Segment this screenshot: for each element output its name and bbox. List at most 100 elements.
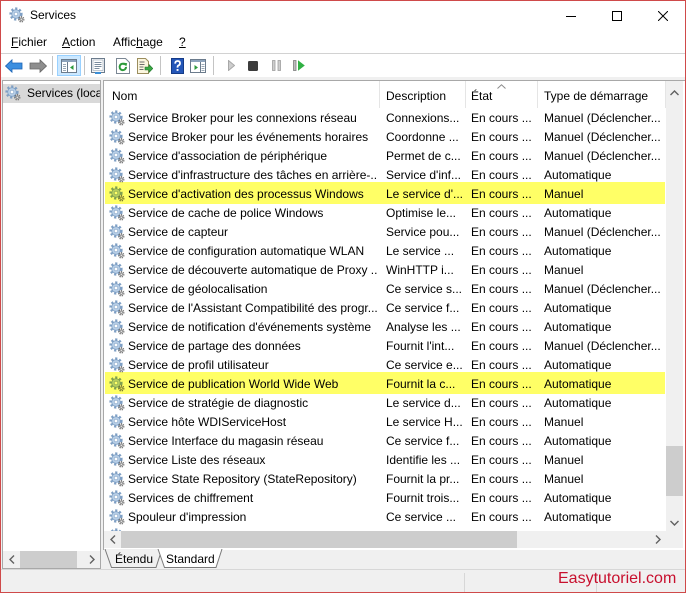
start-service-button[interactable] [222,55,240,76]
scroll-left-button[interactable] [104,531,121,548]
table-row[interactable]: Service de publication World Wide Web Fo… [104,372,666,394]
back-button[interactable] [4,55,24,76]
table-row[interactable]: Service de découverte automatique de Pro… [104,261,666,280]
column-header-state[interactable]: État [471,89,492,104]
table-row[interactable]: Spouleur d'impression Ce service ... En … [104,508,666,527]
tree-item-services-local[interactable]: Services (loca [3,84,100,103]
service-state: En cours ... [471,434,532,448]
close-icon [658,10,668,21]
tree-horizontal-scrollbar[interactable] [3,551,100,568]
table-row[interactable]: Service de configuration automatique WLA… [104,242,666,261]
service-description: Le service H... [386,415,463,429]
watermark-text: Easytutoriel.com [558,570,677,587]
maximize-button[interactable] [594,0,640,31]
service-description: Le service ... [386,244,455,258]
action-pane-toggle-button[interactable] [189,55,207,76]
column-header-startup-type[interactable]: Type de démarrage [544,89,648,104]
properties-button[interactable] [89,55,107,76]
service-description: Le service d'... [386,187,463,201]
chevron-left-icon [109,535,115,544]
service-description: Le service d... [386,396,461,410]
table-row[interactable]: Service de partage des données Fournit l… [104,337,666,356]
help-button[interactable] [168,55,186,76]
menu-accelerator: h [136,35,143,49]
menu-action[interactable]: Action [62,35,95,50]
column-divider[interactable] [465,81,466,108]
column-divider[interactable] [379,81,380,108]
service-gear-icon [109,300,125,316]
table-row[interactable]: Service de profil utilisateur Ce service… [104,356,666,375]
service-state: En cours ... [471,510,532,524]
menu-help[interactable]: ? [179,35,186,50]
console-tree-toggle-button[interactable] [57,55,81,76]
scroll-up-button[interactable] [666,84,683,101]
table-row[interactable]: Service de l'Assistant Compatibilité des… [104,299,666,318]
tab-standard[interactable]: Standard [166,552,215,567]
table-row[interactable]: Service Liste des réseaux Identifie les … [104,451,666,470]
table-row[interactable]: Service hôte WDIServiceHost Le service H… [104,413,666,432]
list-horizontal-scrollbar[interactable] [104,531,666,548]
scroll-right-button[interactable] [649,531,666,548]
menu-fichier[interactable]: Fichier [11,35,47,50]
service-name: Service de notification d'événements sys… [128,320,372,334]
service-startup-type: Manuel [544,453,584,467]
service-gear-icon [109,395,125,411]
list-vertical-scrollbar[interactable] [666,81,683,531]
table-row[interactable]: Service State Repository (StateRepositor… [104,470,666,489]
title-bar[interactable]: Services [0,0,686,31]
scrollbar-thumb[interactable] [20,551,77,568]
table-body: Service Broker pour les connexions résea… [104,109,666,531]
scrollbar-corner [666,531,683,548]
services-list: Nom Description État Type de démarrage S… [103,80,685,550]
table-row[interactable]: Service Broker pour les événements horai… [104,128,666,147]
scroll-down-button[interactable] [666,514,683,531]
refresh-button[interactable] [114,55,132,76]
service-description: Permet de c... [386,149,461,163]
service-gear-icon [109,357,125,373]
scrollbar-thumb[interactable] [121,531,517,548]
scroll-right-button[interactable] [83,551,100,568]
column-header-description[interactable]: Description [386,89,446,104]
column-header-name[interactable]: Nom [112,89,137,104]
close-button[interactable] [640,0,686,31]
forward-button[interactable] [28,55,48,76]
table-row[interactable]: Service Broker pour les connexions résea… [104,109,666,128]
service-name: Service d'infrastructure des tâches en a… [128,168,378,182]
scrollbar-thumb[interactable] [666,446,683,496]
pause-service-button[interactable] [267,55,285,76]
scroll-left-button[interactable] [3,551,20,568]
services-gear-icon [5,85,21,101]
service-description: Service d'inf... [386,168,461,182]
toolbar-separator [52,56,53,75]
table-row[interactable]: Services de chiffrement Fournit trois...… [104,489,666,508]
service-description: Fournit trois... [386,491,460,505]
service-description: Ce service s... [386,282,463,296]
column-divider[interactable] [537,81,538,108]
table-row[interactable]: Service d'association de périphérique Pe… [104,147,666,166]
table-row[interactable]: Service de capteur Service pou... En cou… [104,223,666,242]
service-startup-type: Automatique [544,301,612,315]
restart-service-button[interactable] [290,55,308,76]
service-gear-icon [109,281,125,297]
table-row[interactable]: Service Interface du magasin réseau Ce s… [104,432,666,451]
table-row[interactable]: Service de cache de police Windows Optim… [104,204,666,223]
table-row[interactable]: Service d'infrastructure des tâches en a… [104,166,666,185]
menu-affichage[interactable]: Affichage [113,35,163,50]
service-gear-icon [109,262,125,278]
service-gear-icon [109,452,125,468]
menu-label: ichier [18,35,48,49]
chevron-right-icon [655,535,661,544]
table-row[interactable]: Service de stratégie de diagnostic Le se… [104,394,666,413]
minimize-button[interactable] [548,0,594,31]
service-startup-type: Automatique [544,491,612,505]
tab-etendu[interactable]: Étendu [115,552,153,567]
service-name: Spouleur d'impression [128,510,247,524]
export-list-button[interactable] [136,55,154,76]
table-row[interactable]: Service de géolocalisation Ce service s.… [104,280,666,299]
service-name: Service de configuration automatique WLA… [128,244,365,258]
stop-service-button[interactable] [244,55,262,76]
table-row[interactable]: Service de notification d'événements sys… [104,318,666,337]
table-row[interactable]: Service d'activation des processus Windo… [104,182,666,204]
toolbar-separator [84,56,85,75]
service-description: WinHTTP i... [386,263,454,277]
